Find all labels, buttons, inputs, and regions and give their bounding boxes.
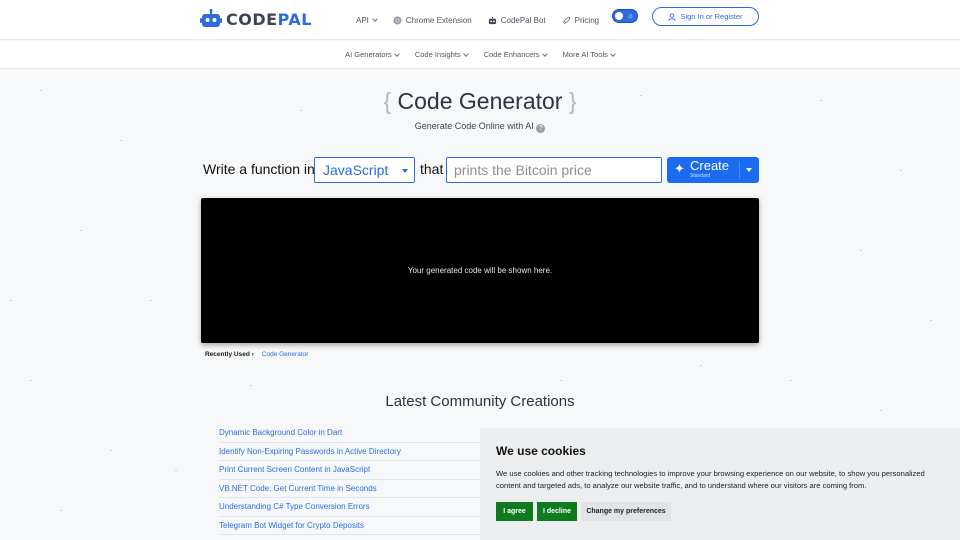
sparkle-icon: ✦ [674, 161, 685, 176]
rocket-icon [562, 16, 570, 24]
cookie-buttons: I agree I decline Change my preferences [496, 502, 944, 521]
community-list: Dynamic Background Color in Dart Identif… [219, 424, 481, 535]
recently-used: Recently Used › Code Generator [205, 351, 308, 358]
page-title: { Code Generator } [0, 88, 960, 115]
nav-chrome-extension-label: Chrome Extension [405, 15, 472, 25]
page-title-text: Code Generator [397, 88, 563, 114]
recently-used-link[interactable]: Code Generator [262, 351, 309, 358]
recently-used-label: Recently Used › [205, 351, 254, 358]
community-title: Latest Community Creations [385, 393, 575, 410]
prompt-input[interactable] [446, 157, 662, 183]
signin-register-label: Sign In or Register [680, 12, 743, 21]
nav-codepal-bot-label: CodePal Bot [500, 15, 546, 25]
code-output-placeholder: Your generated code will be shown here. [407, 266, 553, 275]
subnav-more-ai-tools[interactable]: More AI Tools [562, 50, 616, 59]
create-button[interactable]: ✦ Create Standard [667, 157, 759, 183]
nav-api[interactable]: API [356, 15, 378, 25]
cookie-text: We use cookies and other tracking techno… [496, 469, 925, 490]
signin-register-button[interactable]: Sign In or Register [652, 7, 759, 26]
nav-pricing[interactable]: Pricing [562, 16, 599, 25]
page-subtitle: Generate Code Online with AI ? [0, 121, 960, 133]
nav-api-label: API [356, 15, 369, 25]
cookie-agree-button[interactable]: I agree [496, 502, 533, 521]
subnav-code-insights-label: Code Insights [414, 50, 461, 59]
cookie-decline-button[interactable]: I decline [537, 502, 577, 521]
chevron-down-icon [393, 50, 400, 57]
subnav-code-insights[interactable]: Code Insights [414, 50, 469, 59]
chevron-down-icon [541, 50, 548, 57]
subnav-code-enhancers[interactable]: Code Enhancers [483, 50, 548, 59]
chevron-down-icon [610, 50, 616, 57]
subnav-ai-generators[interactable]: AI Generators [345, 50, 400, 59]
theme-toggle[interactable]: ☼ [612, 9, 638, 23]
codepal-logo[interactable]: CODEPAL [200, 9, 312, 29]
subnav-code-enhancers-label: Code Enhancers [483, 50, 540, 59]
cookie-title: We use cookies [496, 444, 586, 458]
top-navbar: CODEPAL API Chrome Extension CodePal Bot [0, 0, 960, 40]
toggle-knob [615, 12, 623, 20]
nav-codepal-bot[interactable]: CodePal Bot [488, 16, 546, 25]
subnav-more-ai-tools-label: More AI Tools [562, 50, 608, 59]
page-subtitle-text: Generate Code Online with AI [414, 121, 534, 131]
language-select[interactable]: JavaScript [314, 157, 415, 183]
community-item[interactable]: VB.NET Code: Get Current Time in Seconds [219, 480, 481, 498]
community-item[interactable]: Dynamic Background Color in Dart [219, 424, 481, 443]
community-item[interactable]: Telegram Bot Widget for Crypto Deposits [219, 517, 481, 535]
bot-icon [488, 16, 496, 24]
community-item[interactable]: Understanding C# Type Conversion Errors [219, 498, 481, 517]
subnav-ai-generators-label: AI Generators [345, 50, 392, 59]
close-brace: } [568, 88, 577, 114]
logo-text: CODEPAL [226, 9, 312, 29]
chrome-icon [393, 15, 402, 25]
top-nav-links: API Chrome Extension CodePal Bot Pricing [356, 0, 615, 40]
language-select-value: JavaScript [323, 162, 389, 178]
sun-icon: ☼ [626, 11, 634, 20]
create-button-label: Create [690, 158, 730, 173]
sub-navbar: AI Generators Code Insights Code Enhance… [0, 41, 960, 69]
create-mode-dropdown-icon[interactable] [746, 168, 752, 172]
nav-pricing-label: Pricing [574, 15, 600, 25]
prompt-that-label: that [420, 161, 444, 177]
chevron-down-icon [372, 16, 378, 22]
cookie-preferences-button[interactable]: Change my preferences [581, 502, 671, 521]
code-output-panel[interactable]: Your generated code will be shown here. [201, 198, 759, 343]
help-icon[interactable]: ? [536, 124, 546, 133]
cookie-banner: We use cookies We use cookies and other … [480, 428, 960, 540]
caret-down-icon [402, 169, 408, 173]
prompt-prefix-label: Write a function in [203, 161, 315, 177]
community-item[interactable]: Identify Non-Expiring Passwords in Activ… [219, 443, 481, 461]
community-item[interactable]: Print Current Screen Content in JavaScri… [219, 461, 481, 480]
chevron-down-icon [462, 50, 469, 57]
user-icon [668, 12, 677, 21]
create-mode-label: Standard [690, 173, 711, 179]
open-brace: { [383, 88, 392, 114]
nav-chrome-extension[interactable]: Chrome Extension [393, 16, 472, 25]
create-divider [739, 161, 740, 179]
robot-logo-icon [200, 9, 222, 27]
